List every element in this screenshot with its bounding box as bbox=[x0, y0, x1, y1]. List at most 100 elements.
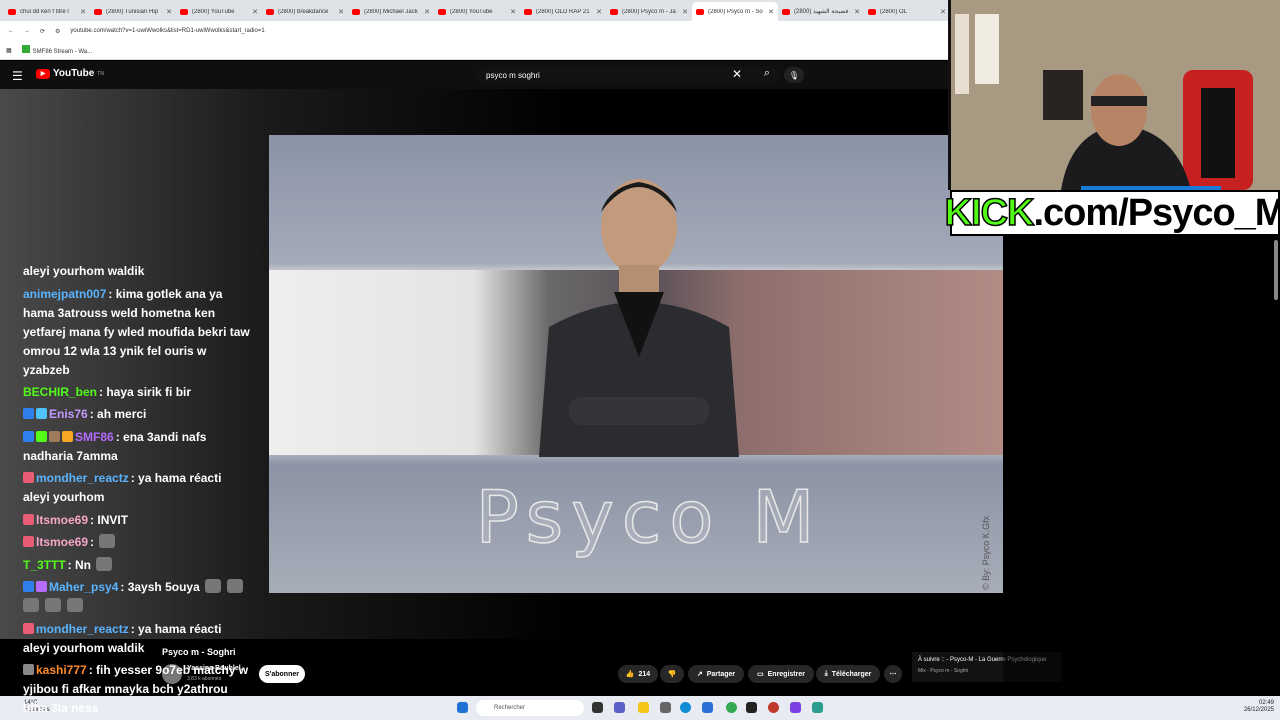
like-button[interactable]: 👍 214 bbox=[618, 665, 658, 683]
browser-tab[interactable]: فضيحة الشهيد (2800) ✕ bbox=[778, 2, 864, 21]
chat-username[interactable]: mondher_reactz bbox=[36, 471, 129, 485]
teams-icon[interactable] bbox=[614, 702, 625, 713]
browser-tab[interactable]: (2800) Michael Jack ✕ bbox=[348, 2, 434, 21]
browser-tab[interactable]: (2800) Tunisian Hip ✕ bbox=[90, 2, 176, 21]
close-tab-icon[interactable]: ✕ bbox=[510, 8, 516, 16]
menu-icon[interactable]: ☰ bbox=[12, 69, 23, 83]
clear-search-icon[interactable]: ✕ bbox=[732, 67, 742, 81]
chat-message: ltsmoe69: INVIT bbox=[23, 511, 251, 530]
app-icon-2[interactable] bbox=[812, 702, 823, 713]
close-tab-icon[interactable]: ✕ bbox=[166, 8, 172, 16]
app-icon[interactable] bbox=[702, 702, 713, 713]
close-tab-icon[interactable]: ✕ bbox=[596, 8, 602, 16]
address-bar-row: ← → ⟳ ⚙ youtube.com/watch?v=1-uwiWwolks&… bbox=[0, 21, 950, 41]
chat-message: ltsmoe69: bbox=[23, 533, 251, 552]
media-icon[interactable] bbox=[768, 702, 779, 713]
browser-tab-label: (2800) YouTube bbox=[192, 8, 235, 15]
close-tab-icon[interactable]: ✕ bbox=[768, 8, 774, 16]
subscribe-button[interactable]: S'abonner bbox=[259, 665, 305, 683]
apps-icon[interactable]: ▦ bbox=[6, 47, 12, 54]
browser-tab[interactable]: (2800) breakdance ✕ bbox=[262, 2, 348, 21]
task-view-icon[interactable] bbox=[592, 702, 603, 713]
chat-username[interactable]: T_3TTT bbox=[23, 558, 66, 572]
chrome-icon[interactable] bbox=[726, 702, 737, 713]
file-explorer-icon[interactable] bbox=[638, 702, 649, 713]
video-person-image bbox=[539, 179, 739, 457]
bookmark-icon: ▭ bbox=[757, 671, 764, 678]
video-player[interactable]: Psyco M © By: Psyco K.Gfx bbox=[269, 135, 1003, 593]
dislike-button[interactable]: 👎 bbox=[660, 665, 684, 683]
browser-tab[interactable]: (2800) YouTube ✕ bbox=[434, 2, 520, 21]
youtube-favicon-icon bbox=[266, 8, 274, 15]
taskbar-search[interactable]: Rechercher bbox=[476, 700, 584, 716]
address-bar-url[interactable]: youtube.com/watch?v=1-uwiWwolks&list=RD1… bbox=[70, 28, 264, 34]
chat-emote-icon bbox=[96, 557, 112, 571]
edge-icon[interactable] bbox=[680, 702, 691, 713]
browser-tab-label: (2800) YouTube bbox=[450, 8, 493, 15]
chat-username[interactable]: Maher_psy4 bbox=[49, 580, 118, 594]
share-icon: ↗ bbox=[696, 671, 703, 678]
close-tab-icon[interactable]: ✕ bbox=[424, 8, 430, 16]
chat-username[interactable]: mondher_reactz bbox=[36, 622, 129, 636]
chat-username[interactable]: kashi777 bbox=[36, 663, 87, 677]
browser-tab[interactable]: chui dd ken f titre l ✕ bbox=[4, 2, 90, 21]
chat-badge-icon bbox=[62, 431, 73, 442]
chat-emote-icon bbox=[204, 579, 221, 593]
more-actions-button[interactable]: ⋯ bbox=[884, 665, 902, 683]
close-tab-icon[interactable]: ✕ bbox=[252, 8, 258, 16]
chat-badge-icon bbox=[23, 514, 34, 525]
back-icon[interactable]: ← bbox=[8, 28, 14, 34]
save-button[interactable]: ▭ Enregistrer bbox=[748, 665, 814, 683]
chat-badge-icon bbox=[36, 431, 47, 442]
chat-scrollbar[interactable] bbox=[1274, 240, 1278, 300]
browser-tab[interactable]: (2800) Psyco m - So ✕ bbox=[692, 2, 778, 21]
chat-username[interactable]: BECHIR_ben bbox=[23, 385, 97, 399]
search-input[interactable]: psyco m soghri ✕ ⌕ bbox=[478, 66, 778, 84]
close-tab-icon[interactable]: ✕ bbox=[682, 8, 688, 16]
video-watermark: © By: Psyco K.Gfx bbox=[981, 515, 991, 590]
site-info-icon[interactable]: ⚙ bbox=[55, 28, 60, 35]
store-icon[interactable] bbox=[660, 702, 671, 713]
chat-message: aleyi yourhom waldik bbox=[23, 262, 251, 281]
close-tab-icon[interactable]: ✕ bbox=[80, 8, 86, 16]
browser-tab-label: (2800) Michael Jack bbox=[364, 8, 418, 15]
close-tab-icon[interactable]: ✕ bbox=[940, 8, 946, 16]
close-tab-icon[interactable]: ✕ bbox=[338, 8, 344, 16]
chat-username[interactable]: SMF86 bbox=[75, 430, 114, 444]
chat-username[interactable]: ltsmoe69 bbox=[36, 513, 88, 527]
chat-text: : 3aysh 5ouya bbox=[120, 580, 200, 594]
taskbar-clock[interactable]: 02:49 26/12/2025 bbox=[1240, 700, 1274, 714]
stream-chat-panel bbox=[1003, 236, 1280, 720]
youtube-favicon-icon bbox=[8, 8, 16, 15]
chat-message: mondher_reactz: ya hama réacti aleyi you… bbox=[23, 469, 251, 507]
microphone-icon[interactable]: 🎙 bbox=[784, 67, 804, 83]
youtube-favicon-icon bbox=[438, 8, 446, 15]
youtube-play-icon: ▶ bbox=[36, 68, 50, 79]
browser-tab[interactable]: (2800) YouTube ✕ bbox=[176, 2, 262, 21]
download-button[interactable]: ⤓ Télécharger bbox=[816, 665, 880, 683]
chat-message: Maher_psy4: 3aysh 5ouya bbox=[23, 578, 251, 616]
chat-username[interactable]: ltsmoe69 bbox=[36, 535, 88, 549]
browser-tab[interactable]: (2800) Psyco m - Ja ✕ bbox=[606, 2, 692, 21]
thumbs-up-icon: 👍 bbox=[625, 671, 635, 678]
forward-icon[interactable]: → bbox=[24, 28, 30, 34]
share-button[interactable]: ↗ Partager bbox=[688, 665, 744, 683]
chat-badge-icon bbox=[23, 431, 34, 442]
discord-icon[interactable] bbox=[790, 702, 801, 713]
browser-tab[interactable]: (2800) OLD RAP 21 ✕ bbox=[520, 2, 606, 21]
reload-icon[interactable]: ⟳ bbox=[40, 28, 45, 35]
start-icon[interactable] bbox=[457, 702, 468, 713]
obs-icon[interactable] bbox=[746, 702, 757, 713]
youtube-favicon-icon bbox=[696, 8, 704, 15]
video-overlay-title: Psyco M bbox=[475, 474, 823, 560]
chat-emote-icon bbox=[45, 598, 61, 612]
chat-username[interactable]: Enis76 bbox=[49, 407, 88, 421]
bookmark-smf86[interactable]: SMF86 Stream - Wa... bbox=[21, 45, 92, 55]
close-tab-icon[interactable]: ✕ bbox=[854, 8, 860, 16]
chat-username[interactable]: animejpatn007 bbox=[23, 287, 106, 301]
browser-tab[interactable]: (2800) OL ✕ bbox=[864, 2, 950, 21]
search-icon[interactable]: ⌕ bbox=[764, 67, 770, 80]
chat-badge-icon bbox=[23, 536, 34, 547]
chat-message: kashi777: fih yesser 9o7eb matchy w yjib… bbox=[23, 661, 251, 718]
youtube-logo[interactable]: ▶ YouTube TN bbox=[36, 68, 104, 79]
